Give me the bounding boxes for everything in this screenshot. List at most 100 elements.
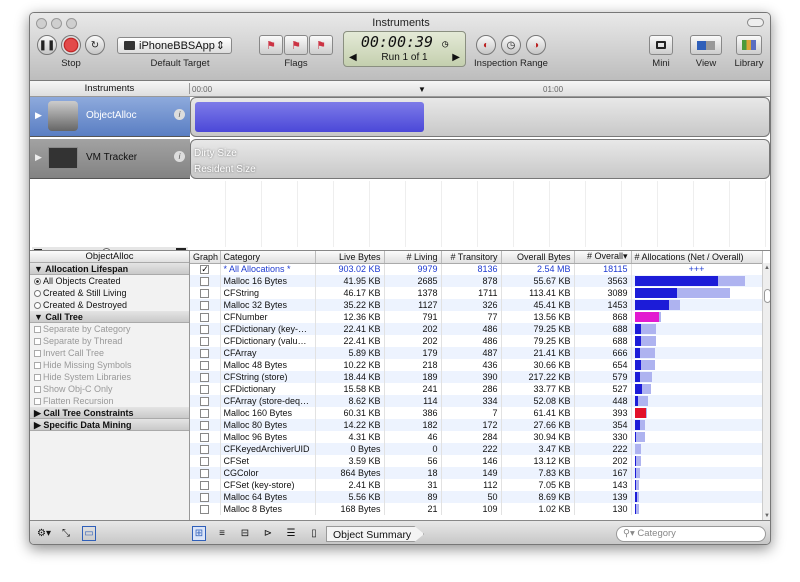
table-row[interactable]: CFSet (key-store) 2.41 KB 31 112 7.05 KB 143 [190,479,763,491]
list-view-icon[interactable]: ≡ [215,526,229,541]
expand-arrows-icon[interactable]: ⤡ [58,526,74,541]
action-gear-icon[interactable]: ⚙▾ [36,526,52,541]
track-header-vmtracker[interactable]: ▶ VM Tracker i [30,139,190,179]
radio-created-destroyed[interactable]: Created & Destroyed [30,299,189,311]
graph-checkbox-cell[interactable] [190,347,221,359]
graph-checkbox-cell[interactable] [190,419,221,431]
graph-checkbox-cell[interactable] [190,311,221,323]
column-header[interactable]: Category [220,251,316,264]
call-tree-view-icon[interactable]: ⊳ [261,526,275,541]
inspection-clear-button[interactable]: ◷ [501,35,521,55]
graph-checkbox-cell[interactable] [190,335,221,347]
table-row[interactable]: CFSet 3.59 KB 56 146 13.12 KB 202 [190,455,763,467]
disclosure-triangle-icon[interactable]: ▶ [35,110,42,121]
table-row[interactable]: Malloc 160 Bytes 60.31 KB 386 7 61.41 KB 393 [190,407,763,419]
graph-checkbox-cell[interactable] [190,383,221,395]
checkbox-separate-thread[interactable]: Separate by Thread [30,335,189,347]
column-header[interactable]: Overall Bytes [501,251,575,264]
table-row[interactable]: Malloc 32 Bytes 35.22 KB 1127 326 45.41 KB 14… [190,299,763,311]
flag-back-button[interactable]: ⚑ [259,35,283,55]
graph-checkbox-cell[interactable] [190,299,221,311]
graph-checkbox-cell[interactable] [190,395,221,407]
diagram-view-icon[interactable]: ⊟ [238,526,252,541]
info-icon[interactable]: i [174,109,185,120]
checkbox-invert-call-tree[interactable]: Invert Call Tree [30,347,189,359]
pause-button[interactable]: ❚❚ [37,35,57,55]
table-view-icon[interactable]: ⊞ [192,526,206,541]
graph-checkbox-cell[interactable] [190,443,221,455]
radio-still-living[interactable]: Created & Still Living [30,287,189,299]
table-row[interactable]: CFArray (store-deque) 8.62 KB 114 334 52.08 … [190,395,763,407]
loop-button[interactable]: ↻ [85,35,105,55]
scroll-thumb[interactable] [764,289,770,303]
table-row[interactable]: CFDictionary (value-store)22.41 KB202486… [190,335,763,347]
table-scrollbar[interactable]: ▲ ▼ [762,263,770,521]
track-header-objectalloc[interactable]: ▶ ObjectAlloc i [30,97,190,137]
disclosure-triangle-icon[interactable]: ▶ [35,152,42,163]
graph-checkbox-cell[interactable] [190,407,221,419]
table-row[interactable]: Malloc 96 Bytes 4.31 KB 46 284 30.94 KB 330 [190,431,763,443]
graph-checkbox-cell[interactable] [190,491,221,503]
table-row[interactable]: Malloc 80 Bytes 14.22 KB 182 172 27.66 KB 354 [190,419,763,431]
flag-add-button[interactable]: ⚑ [284,35,308,55]
graph-checkbox-cell[interactable] [190,503,221,515]
section-call-tree-constraints[interactable]: ▶ Call Tree Constraints [30,407,189,419]
section-specific-data-mining[interactable]: ▶ Specific Data Mining [30,419,189,431]
column-header[interactable]: # Living [384,251,442,264]
section-allocation-lifespan[interactable]: ▼ Allocation Lifespan [30,263,189,275]
radio-all-objects[interactable]: All Objects Created [30,275,189,287]
table-row[interactable]: Malloc 8 Bytes 168 Bytes 21 109 1.02 KB 130 [190,503,763,515]
checkbox-flatten-recursion[interactable]: Flatten Recursion [30,395,189,407]
next-run-icon[interactable]: ▶ [452,52,460,63]
table-row[interactable]: CFKeyedArchiverUID 0 Bytes 0 222 3.47 KB 222 [190,443,763,455]
mini-button[interactable] [649,35,673,55]
column-header[interactable]: Live Bytes [315,251,385,264]
timeline-ruler[interactable]: Instruments 00:00 01:00 ▼ [30,81,770,97]
graph-checkbox-cell[interactable] [190,275,221,287]
vmtracker-graph[interactable]: Dirty Size Resident Size [190,139,770,179]
record-stop-button[interactable] [61,35,81,55]
checkbox-objc-only[interactable]: Show Obj-C Only [30,383,189,395]
graph-checkbox-cell[interactable] [190,467,221,479]
info-icon[interactable]: i [174,151,185,162]
playhead-icon[interactable]: ▼ [418,85,426,94]
table-row[interactable]: CFNumber 12.36 KB 791 77 13.56 KB 868 [190,311,763,323]
library-button[interactable] [736,35,762,55]
extended-detail-icon[interactable]: ▯ [307,526,321,541]
table-row[interactable]: CFDictionary 15.58 KB 241 286 33.77 KB 527 [190,383,763,395]
graph-checkbox-cell[interactable] [190,455,221,467]
graph-checkbox-cell[interactable] [190,431,221,443]
view-button[interactable] [690,35,722,55]
table-row-total[interactable]: ✓ * All Allocations * 903.02 KB 9979 813… [190,263,763,275]
graph-checkbox-cell[interactable]: ✓ [190,263,221,275]
table-row[interactable]: Malloc 48 Bytes 10.22 KB 218 436 30.66 KB 654 [190,359,763,371]
outline-view-icon[interactable]: ☰ [284,526,298,541]
table-row[interactable]: CFString 46.17 KB 1378 1711 113.41 KB 3089 [190,287,763,299]
breadcrumb-object-summary[interactable]: Object Summary [326,526,425,542]
graph-checkbox-cell[interactable] [190,287,221,299]
table-row[interactable]: CFArray 5.89 KB 179 487 21.41 KB 666 [190,347,763,359]
graph-checkbox-cell[interactable] [190,479,221,491]
graph-checkbox-cell[interactable] [190,371,221,383]
table-row[interactable]: CFDictionary (key-store) 22.41 KB 202 486 79… [190,323,763,335]
prev-run-icon[interactable]: ◀ [349,52,357,63]
column-header[interactable]: # Overall▾ [574,251,632,264]
section-call-tree[interactable]: ▼ Call Tree [30,311,189,323]
table-row[interactable]: Malloc 64 Bytes 5.56 KB 89 50 8.69 KB 139 [190,491,763,503]
target-popup[interactable]: iPhoneBBSApp ⇕ [117,37,232,54]
toolbar-toggle-button[interactable] [747,18,764,27]
inspection-start-button[interactable]: ◐ [476,35,496,55]
checkbox-separate-category[interactable]: Separate by Category [30,323,189,335]
column-header[interactable]: Graph [190,251,221,264]
flag-forward-button[interactable]: ⚑ [309,35,333,55]
table-row[interactable]: CGColor 864 Bytes 18 149 7.83 KB 167 [190,467,763,479]
detail-view-icon[interactable]: ▭ [82,526,96,541]
objectalloc-graph[interactable] [190,97,770,137]
column-header[interactable]: # Allocations (Net / Overall) [631,251,763,264]
inspection-end-button[interactable]: ◑ [526,35,546,55]
graph-checkbox-cell[interactable] [190,323,221,335]
search-field[interactable]: ⚲▾ Category [616,526,766,542]
checkbox-hide-system[interactable]: Hide System Libraries [30,371,189,383]
table-row[interactable]: Malloc 16 Bytes 41.95 KB 2685 878 55.67 KB 35… [190,275,763,287]
checkbox-hide-missing[interactable]: Hide Missing Symbols [30,359,189,371]
